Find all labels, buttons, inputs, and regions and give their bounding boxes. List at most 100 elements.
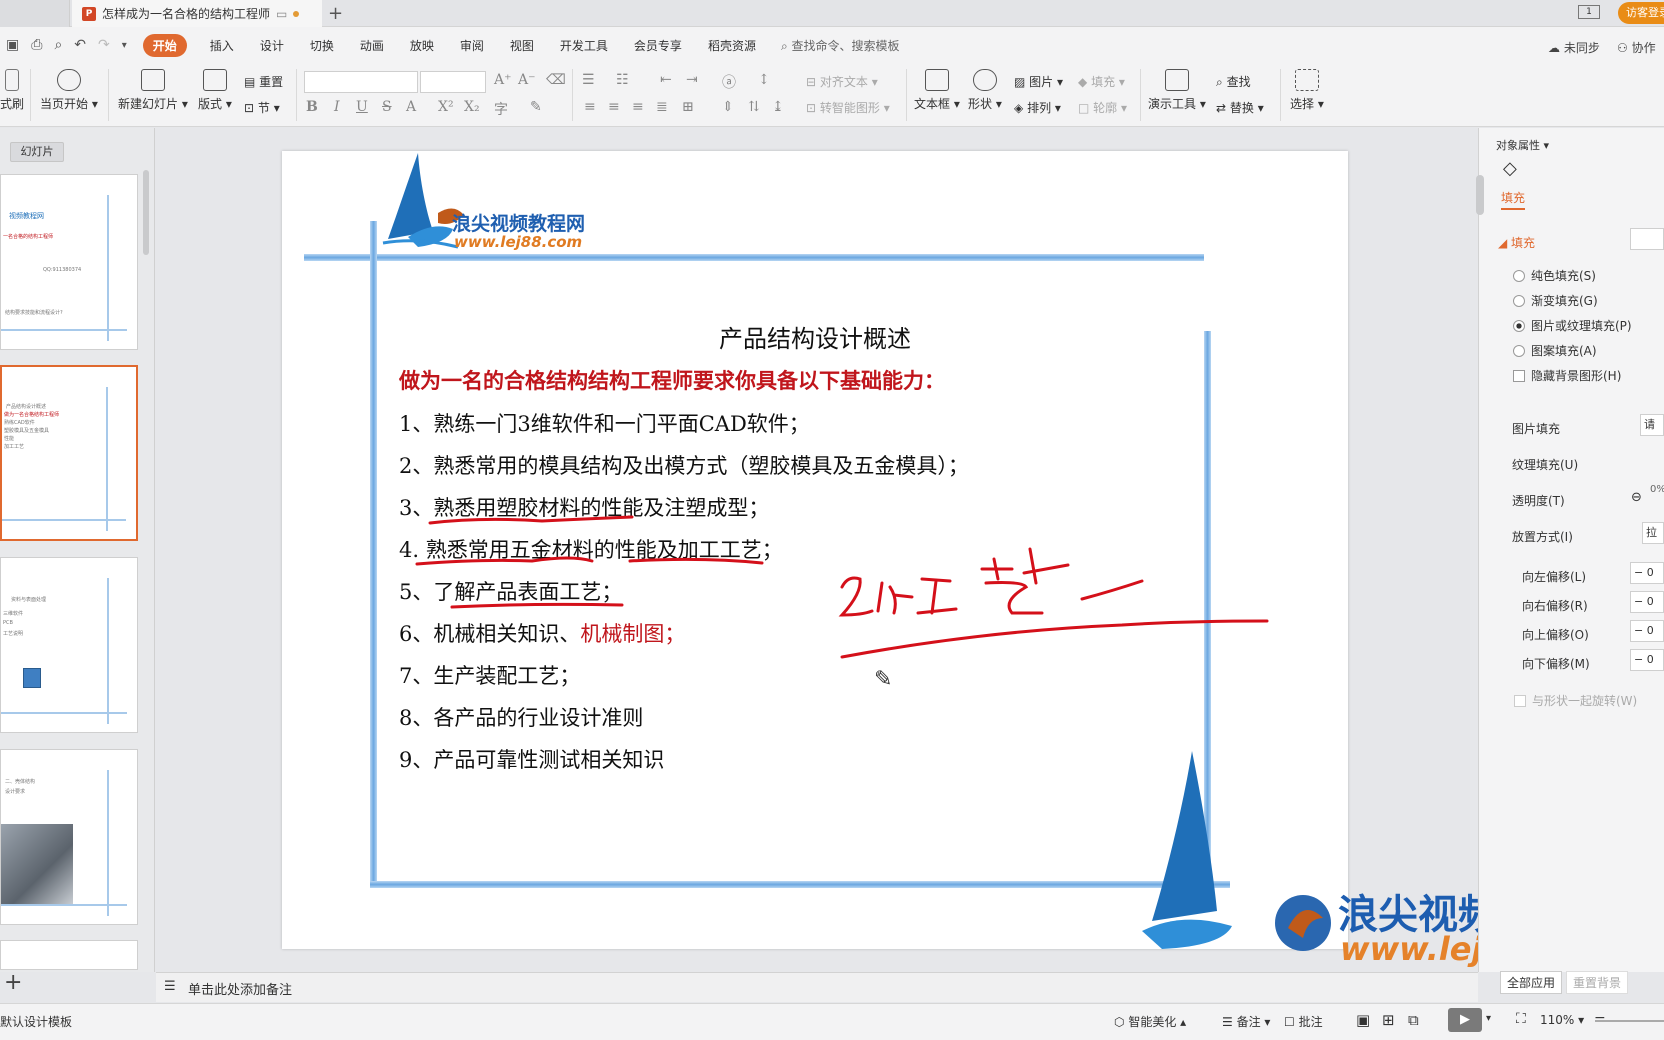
menu-design[interactable]: 设计 — [260, 37, 284, 54]
preview-icon[interactable]: ⌕ — [54, 37, 62, 53]
redo-icon[interactable]: ↷ — [98, 37, 110, 53]
window-count-badge[interactable]: 1 — [1578, 5, 1600, 19]
align-left-icon[interactable]: ≡ — [584, 99, 596, 115]
slides-tab[interactable]: 幻灯片 — [10, 142, 64, 162]
fill-button[interactable]: ◆ 填充 ▾ — [1078, 73, 1125, 90]
highlight-icon[interactable]: ✎ — [530, 99, 542, 115]
shrink-font-icon[interactable]: A⁻ — [518, 72, 536, 88]
find-button[interactable]: ⌕ 查找 — [1216, 73, 1251, 90]
slide-thumbnail-4[interactable]: 二、壳体结构 设计要求 — [0, 749, 138, 925]
sorter-view-icon[interactable]: ⊞ — [1382, 1011, 1395, 1029]
zoom-slider[interactable] — [1595, 1020, 1664, 1022]
print-icon[interactable]: ⎙ — [31, 37, 42, 53]
font-family-select[interactable] — [304, 71, 418, 93]
radio-solid-fill[interactable]: 纯色填充(S) — [1513, 267, 1596, 284]
textbox-button[interactable]: 文本框 ▾ — [914, 69, 960, 112]
undo-icon[interactable]: ↶ — [74, 37, 86, 53]
justify-icon[interactable]: ≣ — [656, 99, 668, 115]
add-slide-button[interactable]: + — [4, 970, 22, 995]
radio-pattern-fill[interactable]: 图案填充(A) — [1513, 342, 1597, 359]
play-slideshow-button[interactable]: ▶ — [1448, 1008, 1482, 1032]
menu-transition[interactable]: 切换 — [310, 37, 334, 54]
slide-thumbnail-1[interactable]: 视频教程网 一名合格的结构工程师 QQ:911380374 结构要求技能和流程设… — [0, 174, 138, 350]
smart-beautify-button[interactable]: ⬡ 智能美化 ▴ — [1114, 1013, 1186, 1030]
sync-status[interactable]: ☁ 未同步 — [1548, 39, 1600, 56]
hide-bg-checkbox[interactable]: 隐藏背景图形(H) — [1513, 367, 1621, 384]
from-current-button[interactable]: 当页开始 ▾ — [40, 69, 98, 112]
align-text-button[interactable]: ⊟ 对齐文本 ▾ — [806, 73, 878, 90]
offset-left-input[interactable]: − 0 — [1630, 562, 1664, 584]
menu-animation[interactable]: 动画 — [360, 37, 384, 54]
comments-button[interactable]: ☐ 批注 — [1284, 1013, 1323, 1030]
reset-button[interactable]: ▤ 重置 — [244, 73, 283, 90]
format-painter-button[interactable]: 式刷 — [0, 69, 24, 112]
new-tab-button[interactable]: + — [328, 3, 343, 24]
radio-gradient-fill[interactable]: 渐变填充(G) — [1513, 292, 1598, 309]
menu-insert[interactable]: 插入 — [210, 37, 234, 54]
menu-developer[interactable]: 开发工具 — [560, 37, 608, 54]
fill-preview[interactable] — [1630, 228, 1664, 250]
reset-background-button[interactable]: 重置背景 — [1566, 971, 1629, 994]
visitor-login-button[interactable]: 访客登录 — [1618, 2, 1664, 24]
decrease-indent-icon[interactable]: ⇤ — [660, 72, 672, 88]
minus-icon[interactable]: ⊖ — [1631, 490, 1642, 505]
current-slide[interactable]: 浪尖视频教程网 www.lej88.com 产品结构设计概述 做为一名的合格结构… — [282, 151, 1348, 949]
home-tab[interactable] — [0, 0, 70, 27]
customize-chevron-icon[interactable]: ▾ — [122, 40, 127, 51]
slide-thumbnail-2[interactable]: 产品结构设计概述 做为一名合格结构工程师 熟练CAD软件 塑胶模具及五金模具 性… — [0, 365, 138, 541]
align-center-icon[interactable]: ≡ — [608, 99, 620, 115]
strikethrough-icon[interactable]: S — [382, 99, 392, 115]
document-tab[interactable]: P 怎样成为一名合格的结构工程师 ▭ — [72, 0, 322, 27]
para-before-icon[interactable]: ⇅ — [748, 99, 760, 115]
italic-icon[interactable]: I — [334, 99, 340, 115]
panel-scrollbar[interactable] — [1476, 175, 1484, 215]
font-size-select[interactable] — [420, 71, 486, 93]
clear-format-icon[interactable]: ⌫ — [546, 72, 566, 88]
layout-button[interactable]: 版式 ▾ — [198, 69, 232, 112]
underline-icon[interactable]: U — [356, 99, 368, 115]
distribute-icon[interactable]: ⊞ — [682, 99, 694, 115]
shape-button[interactable]: 形状 ▾ — [968, 69, 1002, 112]
offset-bottom-input[interactable]: − 0 — [1630, 649, 1664, 671]
offset-right-input[interactable]: − 0 — [1630, 591, 1664, 613]
select-button[interactable]: 选择 ▾ — [1290, 69, 1324, 112]
section-button[interactable]: ⊡ 节 ▾ — [244, 99, 280, 116]
menu-view[interactable]: 视图 — [510, 37, 534, 54]
menu-slideshow[interactable]: 放映 — [410, 37, 434, 54]
save-icon[interactable]: ▣ — [6, 37, 19, 53]
slide-thumbnail-5[interactable] — [0, 940, 138, 970]
zoom-level[interactable]: 110% ▾ — [1540, 1013, 1584, 1027]
menu-review[interactable]: 审阅 — [460, 37, 484, 54]
reading-view-icon[interactable]: ⧉ — [1408, 1011, 1419, 1029]
grow-font-icon[interactable]: A⁺ — [494, 72, 512, 88]
rotate-with-shape-checkbox[interactable]: 与形状一起旋转(W) — [1514, 692, 1637, 709]
fill-bucket-icon[interactable]: ◇ — [1503, 158, 1517, 179]
font-color-icon[interactable]: A — [406, 99, 416, 115]
bullets-icon[interactable]: ☰ — [582, 72, 595, 88]
superscript-icon[interactable]: X² — [438, 99, 454, 115]
offset-top-input[interactable]: − 0 — [1630, 620, 1664, 642]
notes-toggle-button[interactable]: ☰ 备注 ▾ — [1222, 1013, 1270, 1030]
increase-indent-icon[interactable]: ⇥ — [686, 72, 698, 88]
arrange-button[interactable]: ◈ 排列 ▾ — [1014, 99, 1061, 116]
replace-button[interactable]: ⇄ 替换 ▾ — [1216, 99, 1264, 116]
menu-home[interactable]: 开始 — [142, 33, 187, 57]
numbering-icon[interactable]: ☷ — [616, 72, 629, 88]
notes-bar[interactable] — [156, 972, 1478, 1002]
smart-shape-button[interactable]: ⊡ 转智能图形 ▾ — [806, 99, 890, 116]
thumbnail-scrollbar[interactable] — [143, 170, 149, 255]
transparency-value[interactable]: 0% — [1650, 484, 1664, 495]
new-slide-button[interactable]: 新建幻灯片 ▾ — [118, 69, 188, 112]
notes-placeholder[interactable]: 单击此处添加备注 — [188, 979, 292, 998]
template-name[interactable]: 默认设计模板 — [0, 1013, 72, 1030]
bold-icon[interactable]: B — [306, 99, 318, 115]
para-after-icon[interactable]: ↨ — [772, 99, 784, 115]
fill-tab[interactable]: 填充 — [1501, 189, 1526, 210]
menu-member[interactable]: 会员专享 — [634, 37, 682, 54]
apply-all-button[interactable]: 全部应用 — [1500, 971, 1563, 994]
object-properties-header[interactable]: 对象属性 ▾ — [1496, 137, 1549, 153]
placement-select[interactable]: 拉伸 — [1642, 522, 1664, 544]
collaborate-button[interactable]: ⚇ 协作 — [1617, 39, 1656, 56]
slide-thumbnail-3[interactable]: 资料与表面处理 三维软件 PCB 工艺说明 — [0, 557, 138, 733]
subscript-icon[interactable]: X₂ — [464, 99, 480, 115]
